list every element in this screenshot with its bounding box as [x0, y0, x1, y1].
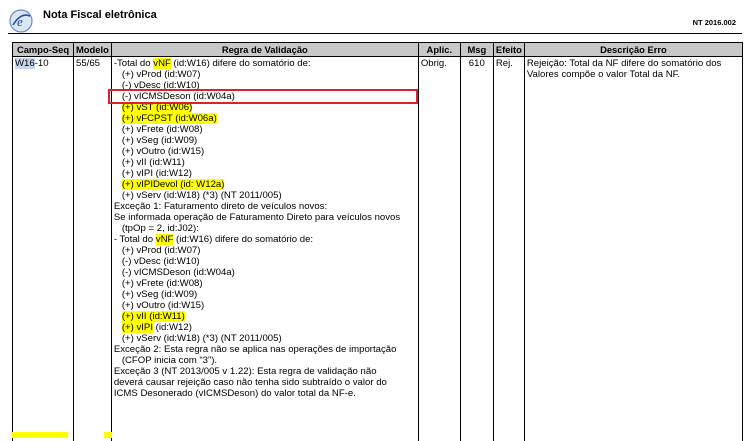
rule-line: (+) vST (id:W06) — [114, 102, 416, 113]
rule-line: Exceção 2: Esta regra não se aplica nas … — [114, 344, 416, 355]
rule-text-segment: (+) vProd (id:W07) — [122, 69, 201, 80]
rule-text-segment: (+) vProd (id:W07) — [122, 245, 201, 256]
rule-line: (-) vDesc (id:W10) — [114, 80, 416, 91]
rule-line: (+) vSeg (id:W09) — [114, 289, 416, 300]
rule-line: (+) vIPI (id:W12) — [114, 168, 416, 179]
rule-text-segment: (+) vServ (id:W18) (*3) (NT 2011/005) — [122, 333, 282, 344]
rule-text-segment: Se informada operação de Faturamento Dir… — [114, 212, 400, 223]
rule-text-segment: Exceção 3 (NT 2013/005 v 1.22): Esta reg… — [114, 366, 377, 377]
rule-text-segment: (+) vOutro (id:W15) — [122, 146, 204, 157]
cell-aplic: Obrig. — [418, 57, 460, 441]
cell-regra: -Total do vNF (id:W16) difere do somatór… — [111, 57, 418, 441]
rule-line: -Total do vNF (id:W16) difere do somatór… — [114, 58, 416, 69]
nfe-logo-icon: e — [8, 8, 34, 34]
rule-text-segment: (id:W12) — [153, 322, 192, 333]
rule-text-segment: (+) vFrete (id:W08) — [122, 278, 203, 289]
rule-text-segment: (-) vICMSDeson (id:W04a) — [122, 91, 235, 102]
rule-text-segment: Exceção 2: Esta regra não se aplica nas … — [114, 344, 397, 355]
rule-text-segment: (CFOP inicia com “3”). — [122, 355, 217, 366]
rule-text-segment: ICMS Desonerado (vICMSDeson) do valor to… — [114, 388, 356, 399]
rule-line: (-) vICMSDeson (id:W04a) — [114, 267, 416, 278]
document-title: Nota Fiscal eletrônica — [43, 9, 157, 21]
rule-line: (+) vSeg (id:W09) — [114, 135, 416, 146]
field-seq: -10 — [35, 58, 49, 69]
rule-line: (-) vDesc (id:W10) — [114, 256, 416, 267]
highlighted-text: (+) vIPI — [122, 322, 153, 333]
rule-text-segment: (id:W16) difere do somatório de: — [173, 234, 313, 245]
rule-text-segment: (+) vServ (id:W18) (*3) (NT 2011/005) — [122, 190, 282, 201]
rule-text: -Total do vNF (id:W16) difere do somatór… — [114, 58, 416, 399]
header-divider — [8, 33, 742, 34]
rule-line: (+) vFCPST (id:W06a) — [114, 113, 416, 124]
highlighted-text: vNF — [153, 58, 171, 69]
rule-line: (+) vServ (id:W18) (*3) (NT 2011/005) — [114, 333, 416, 344]
table-row: W16-10 55/65 -Total do vNF (id:W16) dife… — [13, 57, 743, 441]
cell-efeito: Rej. — [493, 57, 524, 441]
rule-text-segment: (id:W16) difere do somatório de: — [171, 58, 311, 69]
rule-line: Se informada operação de Faturamento Dir… — [114, 212, 416, 223]
rule-line: (+) vProd (id:W07) — [114, 69, 416, 80]
rule-line: Exceção 1: Faturamento direto de veículo… — [114, 201, 416, 212]
rule-line: (tpOp = 2, id:J02): — [114, 223, 416, 234]
field-id[interactable]: W16 — [15, 58, 35, 69]
rule-line: deverá causar rejeição caso não tenha si… — [114, 377, 416, 388]
rule-text-segment: deverá causar rejeição caso não tenha si… — [114, 377, 387, 388]
rule-text-segment: (-) vICMSDeson (id:W04a) — [122, 267, 235, 278]
document-code: NT 2016.002 — [693, 18, 736, 27]
rule-line: (+) vOutro (id:W15) — [114, 146, 416, 157]
highlighted-text: vNF — [156, 234, 174, 245]
svg-text:e: e — [17, 14, 23, 29]
rule-line-highlighted-box: (-) vICMSDeson (id:W04a) — [110, 91, 416, 102]
validation-rules-table: Campo-Seq Modelo Regra de Validação Apli… — [12, 42, 743, 441]
next-row-highlight-strip — [12, 432, 743, 438]
cell-msg: 610 — [460, 57, 493, 441]
rule-text-segment: (-) vDesc (id:W10) — [122, 256, 200, 267]
col-header-regra: Regra de Validação — [111, 43, 418, 57]
rule-text-segment: - Total do — [114, 234, 156, 245]
col-header-campo-seq: Campo-Seq — [13, 43, 74, 57]
rule-text-segment: (+) vSeg (id:W09) — [122, 289, 197, 300]
highlighted-text: (+) vST (id:W06) — [122, 102, 192, 113]
rule-line: (+) vII (id:W11) — [114, 311, 416, 322]
rule-line: (+) vFrete (id:W08) — [114, 124, 416, 135]
cell-descricao: Rejeição: Total da NF difere do somatóri… — [524, 57, 742, 441]
rule-text-segment: (+) vII (id:W11) — [122, 157, 185, 168]
rule-text-segment: (+) vSeg (id:W09) — [122, 135, 197, 146]
cell-modelo: 55/65 — [74, 57, 112, 441]
highlighted-text: (+) vIPIDevol (id: W12a) — [122, 179, 225, 190]
table-header-row: Campo-Seq Modelo Regra de Validação Apli… — [13, 43, 743, 57]
rule-line: (+) vProd (id:W07) — [114, 245, 416, 256]
cell-campo-seq: W16-10 — [13, 57, 74, 441]
rule-line: ICMS Desonerado (vICMSDeson) do valor to… — [114, 388, 416, 399]
highlighted-text: (+) vII (id:W11) — [122, 311, 185, 322]
rule-line: (+) vIPIDevol (id: W12a) — [114, 179, 416, 190]
col-header-aplic: Aplic. — [418, 43, 460, 57]
rule-line: (+) vFrete (id:W08) — [114, 278, 416, 289]
col-header-modelo: Modelo — [74, 43, 112, 57]
rule-line: (CFOP inicia com “3”). — [114, 355, 416, 366]
col-header-msg: Msg — [460, 43, 493, 57]
rule-line: (+) vOutro (id:W15) — [114, 300, 416, 311]
rule-line: (+) vIPI (id:W12) — [114, 322, 416, 333]
rule-text-segment: (-) vDesc (id:W10) — [122, 80, 200, 91]
rule-line: (+) vServ (id:W18) (*3) (NT 2011/005) — [114, 190, 416, 201]
rule-line: - Total do vNF (id:W16) difere do somató… — [114, 234, 416, 245]
rule-text-segment: (tpOp = 2, id:J02): — [122, 223, 199, 234]
rule-text-segment: (+) vOutro (id:W15) — [122, 300, 204, 311]
col-header-descricao: Descrição Erro — [524, 43, 742, 57]
rule-text-segment: -Total do — [114, 58, 153, 69]
rule-text-segment: Exceção 1: Faturamento direto de veículo… — [114, 201, 327, 212]
rule-text-segment: (+) vIPI (id:W12) — [122, 168, 192, 179]
col-header-efeito: Efeito — [493, 43, 524, 57]
rule-line: Exceção 3 (NT 2013/005 v 1.22): Esta reg… — [114, 366, 416, 377]
rule-text-segment: (+) vFrete (id:W08) — [122, 124, 203, 135]
highlighted-text: (+) vFCPST (id:W06a) — [122, 113, 217, 124]
rule-line: (+) vII (id:W11) — [114, 157, 416, 168]
